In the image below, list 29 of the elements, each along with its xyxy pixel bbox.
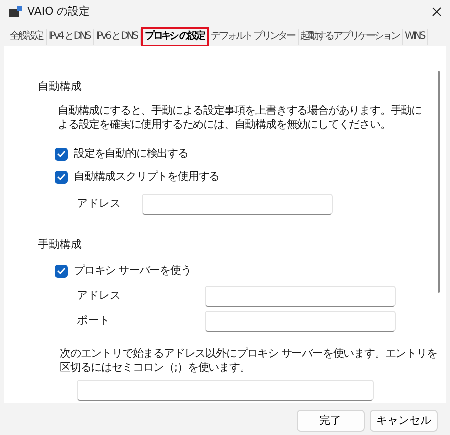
- app-icon: [8, 6, 22, 18]
- dialog-button[interactable]: キャンセル: [370, 410, 438, 432]
- tab[interactable]: 全般設定: [8, 29, 47, 45]
- description-text: 次のエントリで始まるアドレス以外にプロキシ サーバーを使います。エントリを区切るにはセミコロン（;）を使います。: [60, 347, 438, 375]
- tab[interactable]: デフォルト プリンター: [209, 29, 299, 45]
- field-label: ポート: [77, 313, 111, 330]
- close-icon[interactable]: [432, 7, 442, 17]
- checkbox-label: 自動構成スクリプトを使用する: [74, 168, 220, 185]
- field-label: アドレス: [77, 196, 122, 212]
- input-field[interactable]: [205, 311, 396, 332]
- checkbox[interactable]: [55, 148, 68, 160]
- section-heading: 手動構成: [38, 237, 83, 252]
- description-text: 自動構成にすると、手動による設定事項を上書きする場合があります。手動による設定を確実に使用するためには、自動構成を無効にしてください。: [58, 104, 424, 132]
- tab[interactable]: IPv6 と DNS: [94, 29, 142, 45]
- dialog-button[interactable]: 完了: [296, 410, 364, 432]
- checkbox[interactable]: [55, 264, 68, 278]
- tab[interactable]: IPv4 と DNS: [46, 29, 94, 45]
- window-title: VAIO の設定: [28, 4, 90, 20]
- input-field[interactable]: [142, 194, 333, 215]
- checkbox-label: プロキシ サーバーを使う: [74, 262, 192, 279]
- checkbox[interactable]: [55, 170, 68, 184]
- input-field[interactable]: [77, 380, 374, 401]
- scrollbar[interactable]: [438, 71, 440, 293]
- checkbox-label: 設定を自動的に検出する: [74, 146, 188, 162]
- section-heading: 自動構成: [38, 79, 83, 94]
- field-label: アドレス: [77, 288, 122, 304]
- input-field[interactable]: [205, 286, 396, 307]
- tab[interactable]: 起動するアプリケーション: [298, 29, 404, 45]
- tab[interactable]: WINS: [403, 29, 428, 45]
